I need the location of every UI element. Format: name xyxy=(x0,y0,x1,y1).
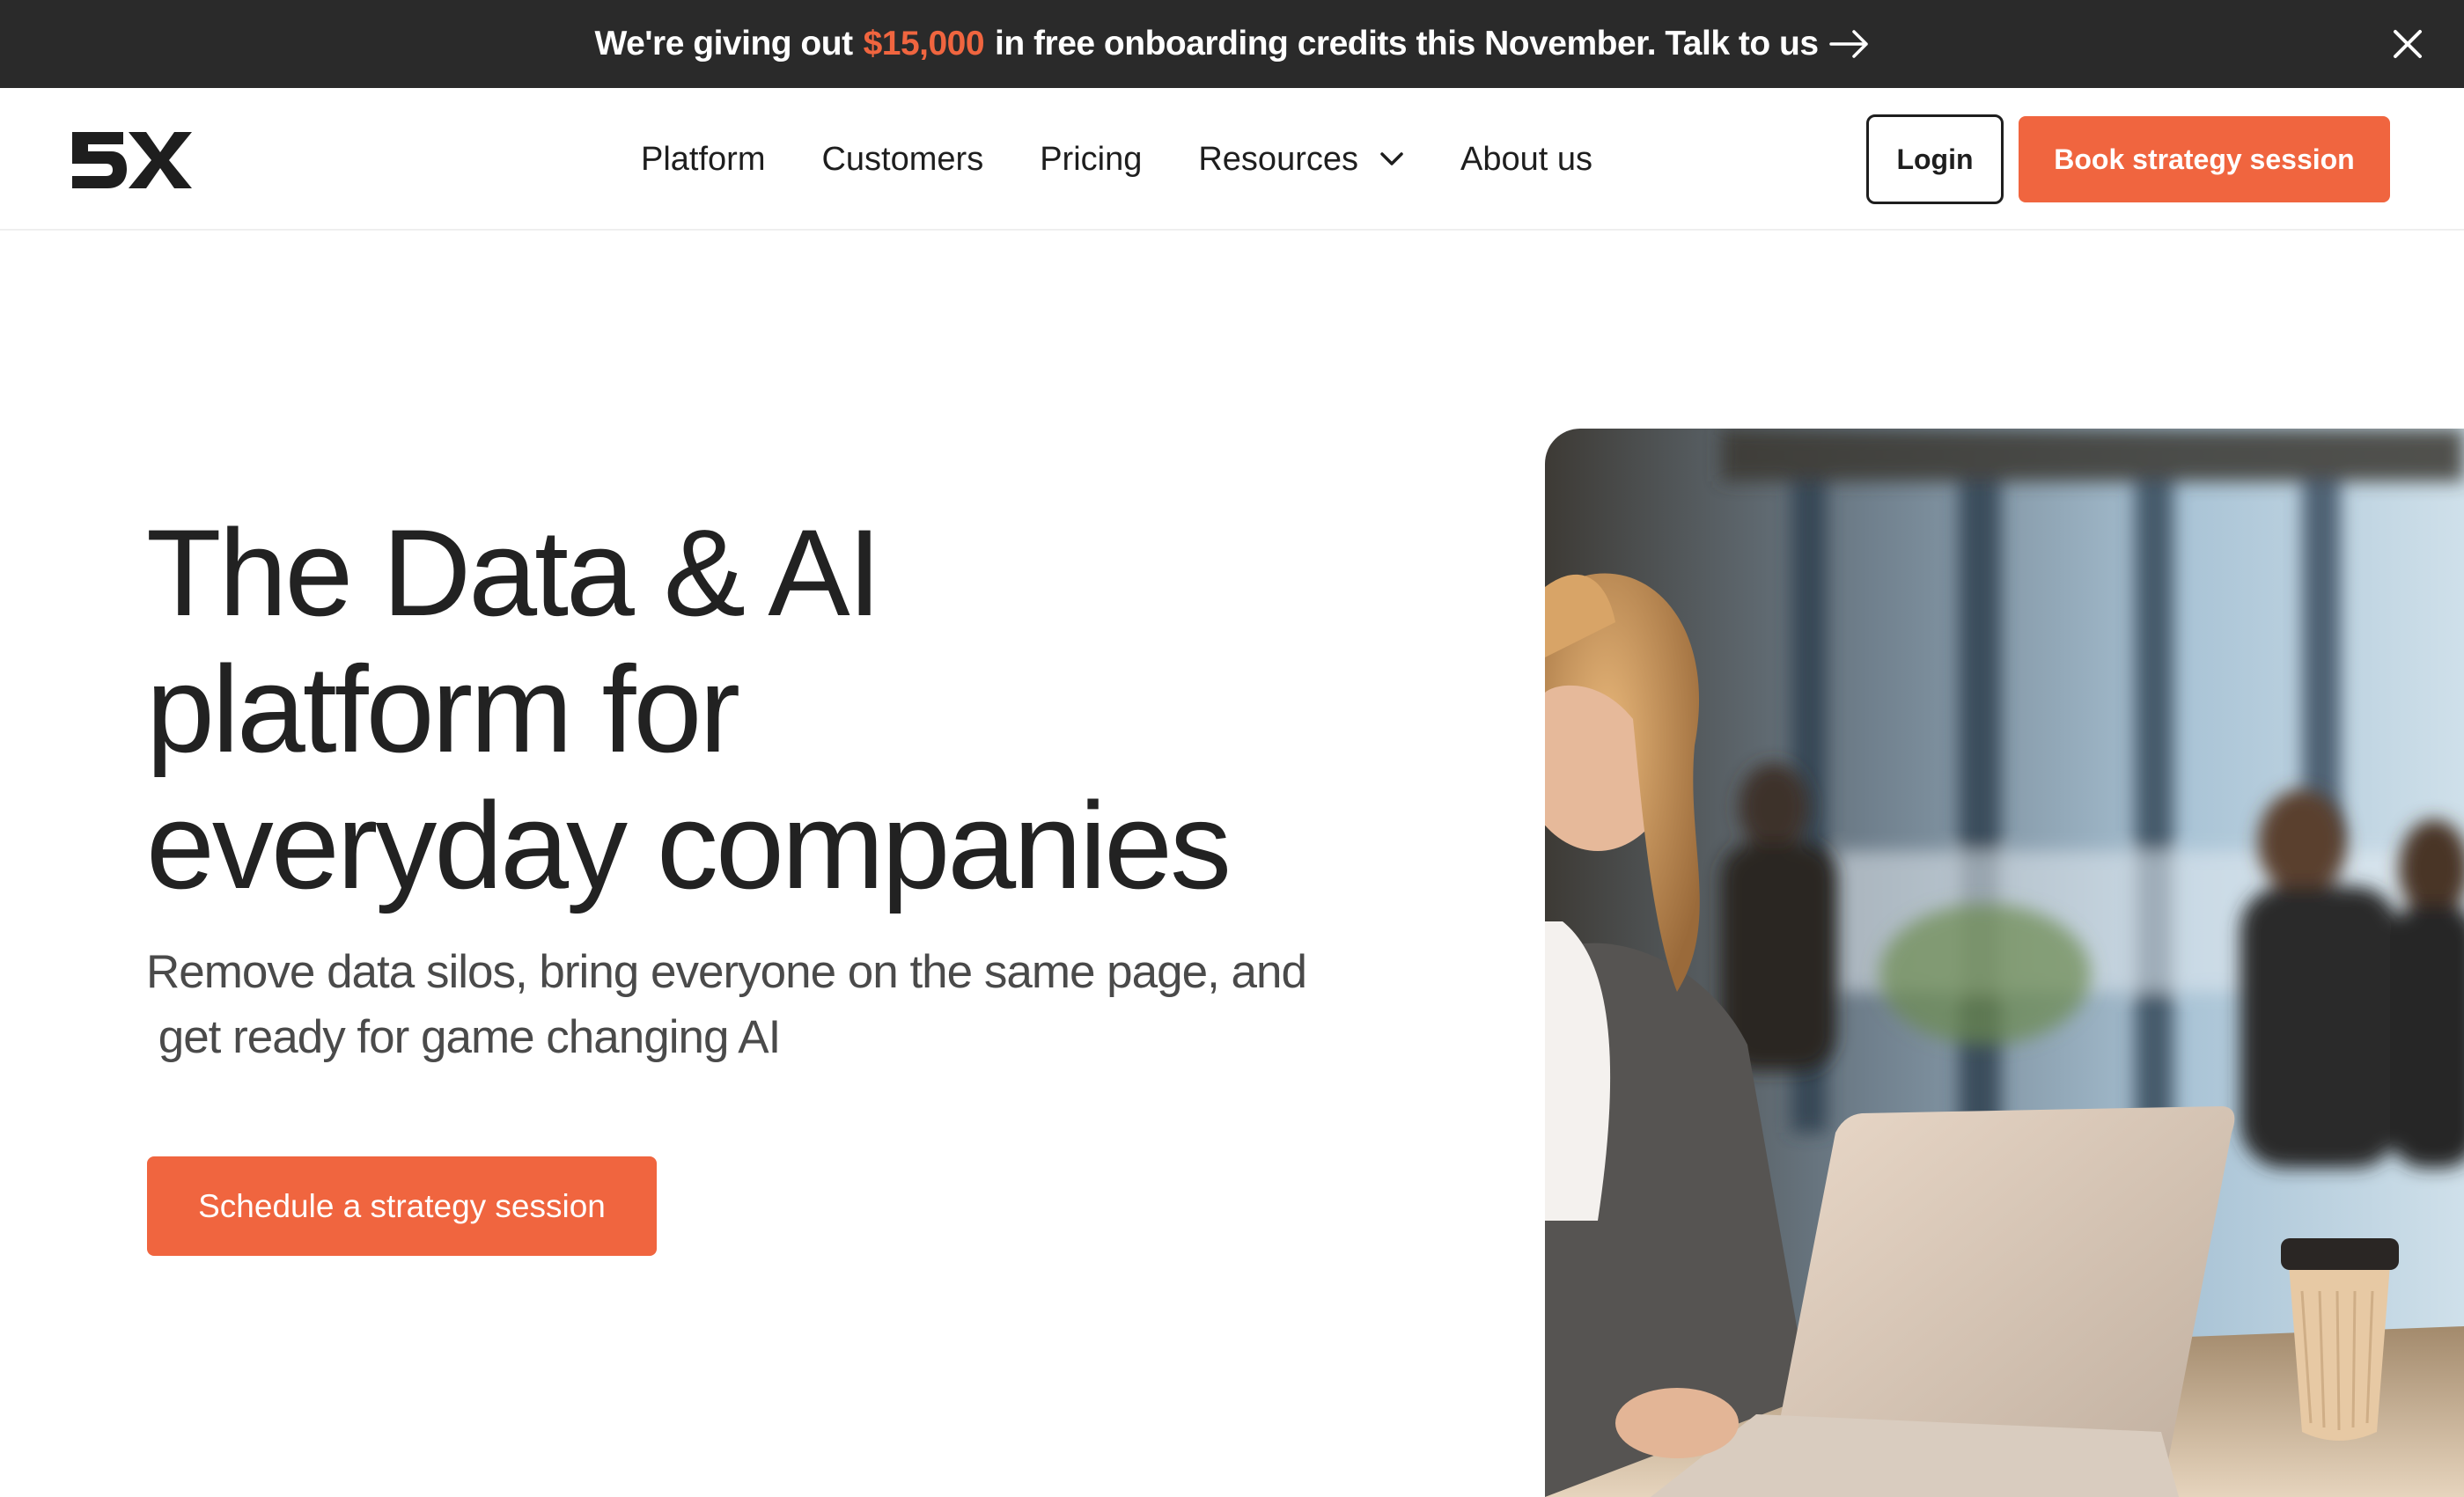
chevron-down-icon xyxy=(1379,151,1404,167)
nav-item-pricing[interactable]: Pricing xyxy=(1040,141,1142,179)
nav-item-label: Resources xyxy=(1198,140,1358,178)
nav-item-label: Platform xyxy=(641,140,766,178)
nav-item-platform[interactable]: Platform xyxy=(641,141,765,179)
nav-item-label: About us xyxy=(1460,140,1592,178)
nav-item-label: Pricing xyxy=(1040,140,1143,178)
close-icon[interactable] xyxy=(2390,26,2425,62)
nav-item-resources[interactable]: Resources xyxy=(1198,141,1404,179)
hero-headline-line: everyday companies xyxy=(146,776,1232,914)
main-menu: Platform Customers Pricing Resources Abo… xyxy=(641,88,1592,231)
book-strategy-session-button[interactable]: Book strategy session xyxy=(2019,116,2390,202)
hero-subtitle: Remove data silos, bring everyone on the… xyxy=(146,940,1423,1070)
login-button[interactable]: Login xyxy=(1866,114,2004,204)
hero-subtitle-line: get ready for game changing AI xyxy=(146,1011,782,1063)
announcement-amount: $15,000 xyxy=(863,25,985,62)
page: We're giving out $15,000 in free onboard… xyxy=(0,0,2464,1497)
announcement-bar: We're giving out $15,000 in free onboard… xyxy=(0,0,2464,88)
nav-item-about-us[interactable]: About us xyxy=(1460,141,1592,179)
announcement-prefix: We're giving out xyxy=(594,25,853,62)
announcement-suffix: in free onboarding credits this November… xyxy=(995,25,1819,62)
nav-item-customers[interactable]: Customers xyxy=(821,141,983,179)
arrow-right-icon[interactable] xyxy=(1828,28,1870,60)
schedule-strategy-session-button[interactable]: Schedule a strategy session xyxy=(147,1156,657,1256)
logo-5x[interactable] xyxy=(69,128,197,192)
announcement-text[interactable]: We're giving out $15,000 in free onboard… xyxy=(594,25,1869,63)
hero-subtitle-line: Remove data silos, bring everyone on the… xyxy=(146,946,1307,998)
hero-photo xyxy=(1545,429,2464,1497)
hero-headline-line: platform for xyxy=(146,640,740,778)
hero-headline-line: The Data & AI xyxy=(146,503,882,642)
nav-item-label: Customers xyxy=(821,140,984,178)
hero-headline: The Data & AI platform for everyday comp… xyxy=(146,504,1467,914)
top-navigation: Platform Customers Pricing Resources Abo… xyxy=(0,88,2464,231)
